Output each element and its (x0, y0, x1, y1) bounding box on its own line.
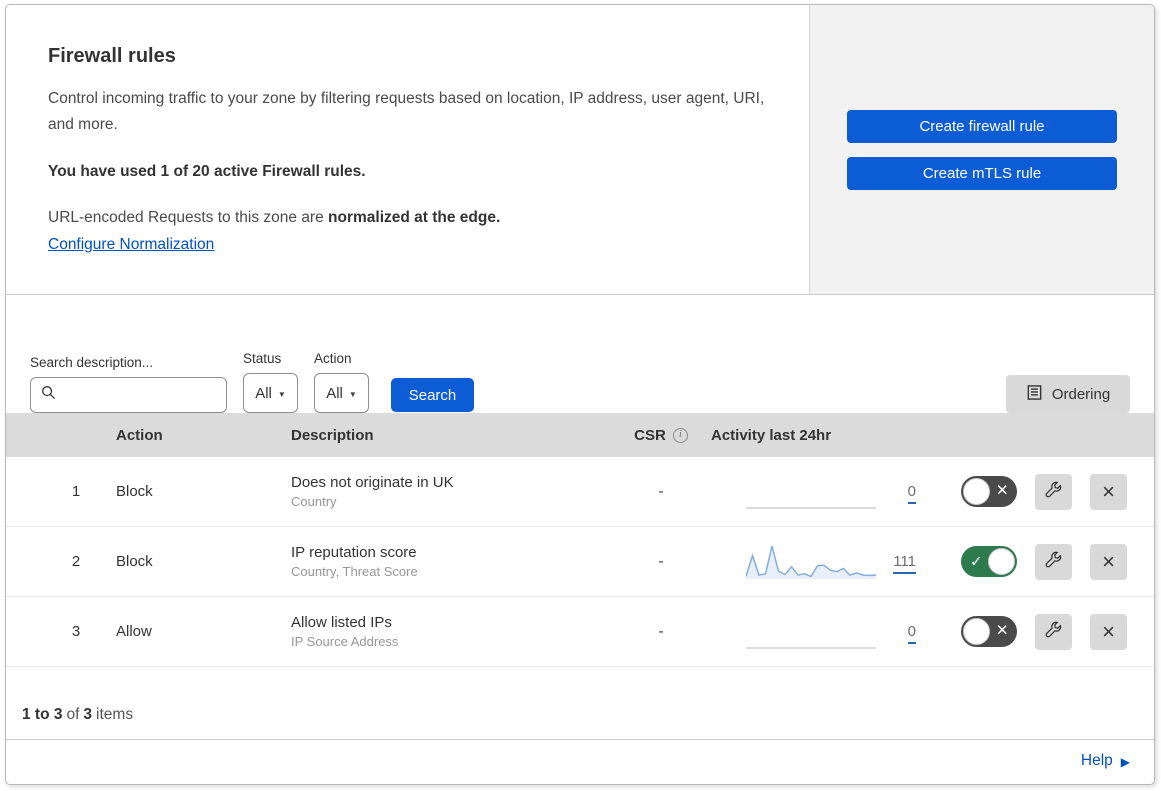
csr-header-label: CSR (634, 426, 666, 444)
create-mtls-rule-button[interactable]: Create mTLS rule (847, 156, 1117, 190)
table-row: 1 Block Does not originate in UK Country… (6, 457, 1154, 527)
pagination-bar: 1 to 3 of 3 items (6, 667, 1154, 740)
table-row: 2 Block IP reputation score Country, Thr… (6, 527, 1154, 597)
help-link[interactable]: Help ▶ (1081, 752, 1130, 770)
header-section: Firewall rules Control incoming traffic … (6, 5, 1154, 295)
search-input[interactable] (64, 386, 216, 404)
wrench-icon (1044, 551, 1063, 573)
search-button[interactable]: Search (391, 378, 474, 412)
pagination-of: of (66, 706, 80, 723)
rule-csr-value: - (658, 623, 664, 640)
firewall-rules-card: Firewall rules Control incoming traffic … (5, 4, 1155, 785)
rule-priority: 3 (71, 623, 81, 640)
list-document-icon (1026, 384, 1043, 405)
action-column-header: Action (116, 426, 163, 444)
activity-column-header: Activity last 24hr (711, 426, 832, 444)
rule-fields: IP Source Address (291, 634, 399, 649)
table-header-row: Action Description CSR i Activity last 2… (6, 413, 1154, 457)
search-group: Search description... (30, 355, 227, 413)
action-label: Action (314, 351, 352, 366)
action-selected-value: All (326, 384, 343, 402)
rule-priority: 1 (71, 483, 81, 500)
rule-description: Does not originate in UK (291, 474, 454, 491)
activity-sparkline (746, 646, 876, 649)
description-column-header: Description (291, 426, 374, 444)
toggle-knob (963, 478, 990, 505)
close-icon: × (1102, 618, 1115, 644)
rule-action: Block (116, 553, 153, 570)
table-row: 3 Allow Allow listed IPs IP Source Addre… (6, 597, 1154, 667)
configure-normalization-link[interactable]: Configure Normalization (48, 236, 214, 253)
status-selected-value: All (255, 384, 272, 402)
filter-bar: Search description... Status All ▼ Actio… (6, 295, 1154, 413)
x-icon: × (996, 478, 1008, 501)
pagination-items: items (96, 706, 134, 723)
edit-rule-button[interactable] (1035, 473, 1072, 510)
rule-fields: Country (291, 494, 337, 509)
wrench-icon (1044, 621, 1063, 643)
csr-column-header: CSR i (611, 427, 711, 444)
rule-enabled-toggle[interactable]: ✓ × (961, 616, 1017, 647)
arrow-right-icon: ▶ (1120, 754, 1130, 769)
check-icon: ✓ (970, 553, 983, 571)
rule-enabled-toggle[interactable]: ✓ × (961, 476, 1017, 507)
rule-fields: Country, Threat Score (291, 564, 418, 579)
normalization-note: URL-encoded Requests to this zone are no… (48, 209, 779, 227)
chevron-down-icon: ▼ (348, 389, 357, 399)
page-title: Firewall rules (48, 45, 176, 67)
status-filter-group: Status All ▼ (243, 351, 298, 413)
rule-priority: 2 (71, 553, 81, 570)
edit-rule-button[interactable] (1035, 613, 1072, 650)
activity-count-link[interactable]: 0 (907, 483, 916, 504)
ordering-button-label: Ordering (1051, 385, 1111, 403)
header-text-block: Firewall rules Control incoming traffic … (6, 5, 809, 294)
rule-action: Allow (116, 623, 152, 640)
x-icon: × (996, 618, 1008, 641)
normalization-text: URL-encoded Requests to this zone are (48, 209, 324, 227)
rule-csr-value: - (658, 483, 664, 500)
help-link-label: Help (1080, 752, 1113, 769)
search-label: Search description... (30, 355, 154, 370)
activity-count-link[interactable]: 111 (893, 553, 916, 574)
usage-note: You have used 1 of 20 active Firewall ru… (48, 163, 366, 181)
chevron-down-icon: ▼ (277, 389, 286, 399)
actions-panel: Create firewall rule Create mTLS rule (809, 5, 1154, 294)
page-description: Control incoming traffic to your zone by… (48, 90, 765, 134)
action-filter-group: Action All ▼ (314, 351, 369, 413)
action-select[interactable]: All ▼ (314, 373, 369, 413)
normalization-bold: normalized at the edge. (328, 209, 501, 227)
ordering-button[interactable]: Ordering (1006, 375, 1130, 413)
activity-sparkline (746, 506, 876, 509)
delete-rule-button[interactable]: × (1090, 543, 1127, 580)
activity-count-link[interactable]: 0 (907, 623, 916, 644)
wrench-icon (1044, 481, 1063, 503)
close-icon: × (1102, 478, 1115, 504)
rule-action: Block (116, 483, 153, 500)
status-label: Status (243, 351, 282, 366)
rule-description: Allow listed IPs (291, 614, 392, 631)
edit-rule-button[interactable] (1035, 543, 1072, 580)
activity-sparkline (746, 545, 876, 579)
close-icon: × (1102, 548, 1115, 574)
rule-csr-value: - (658, 553, 664, 570)
search-input-box (30, 377, 227, 413)
delete-rule-button[interactable]: × (1090, 613, 1127, 650)
rule-enabled-toggle[interactable]: ✓ × (961, 546, 1017, 577)
create-firewall-rule-button[interactable]: Create firewall rule (847, 109, 1117, 143)
info-icon[interactable]: i (672, 427, 688, 443)
delete-rule-button[interactable]: × (1090, 473, 1127, 510)
status-select[interactable]: All ▼ (243, 373, 298, 413)
pagination-range: 1 to 3 (22, 706, 63, 723)
help-bar: Help ▶ (6, 740, 1154, 782)
pagination-total: 3 (83, 706, 93, 723)
toggle-knob (988, 548, 1015, 575)
rule-description: IP reputation score (291, 544, 417, 561)
search-icon (41, 385, 56, 405)
toggle-knob (963, 618, 990, 645)
